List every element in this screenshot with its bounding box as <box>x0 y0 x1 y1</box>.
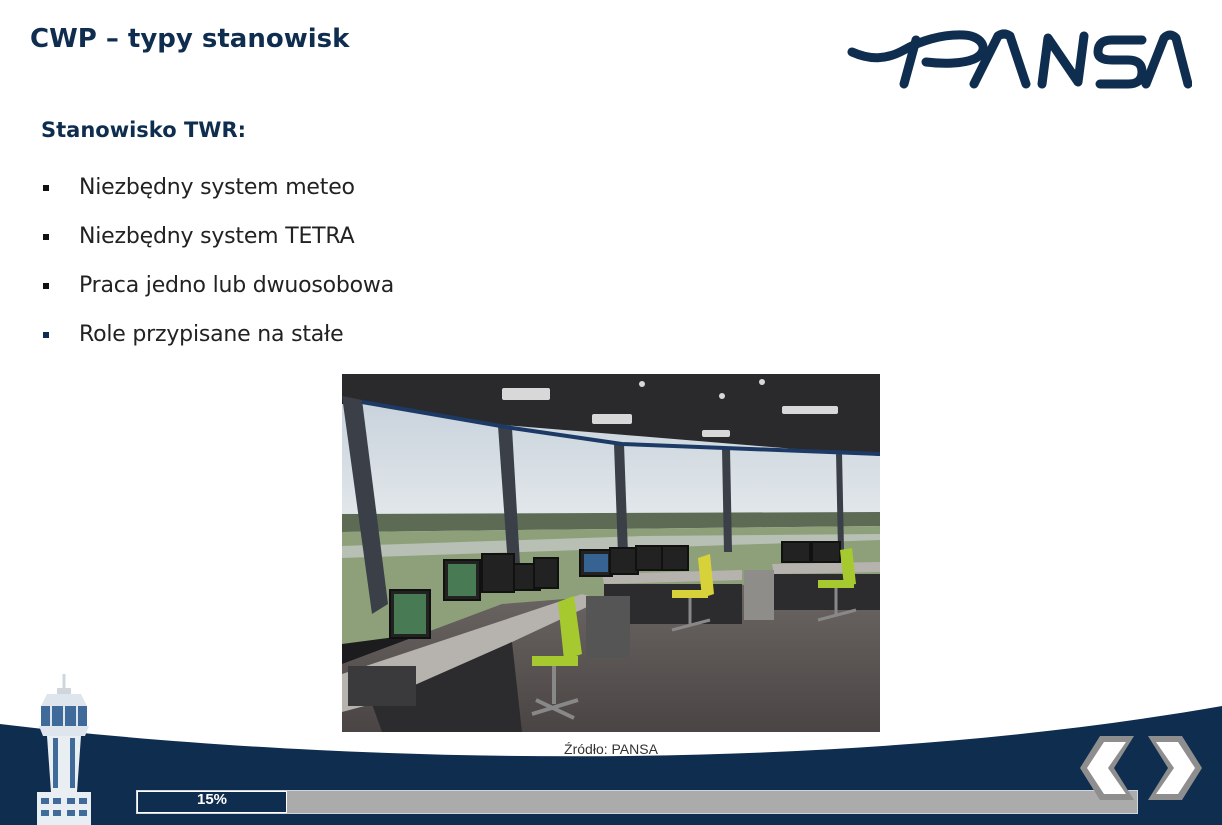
bullet-item: Praca jedno lub dwuosobowa <box>40 261 394 310</box>
bullet-square-icon <box>43 184 49 191</box>
bullet-text: Niezbędny system meteo <box>79 175 355 200</box>
progress-label: 15% <box>196 791 228 808</box>
chevron-right-icon <box>1148 736 1202 800</box>
bullet-square-icon <box>43 282 49 289</box>
bullet-text: Praca jedno lub dwuosobowa <box>79 273 394 298</box>
chevron-left-icon <box>1080 736 1134 800</box>
bullet-text: Niezbędny system TETRA <box>79 224 355 249</box>
progress-bar: 15% <box>136 790 1138 814</box>
bullet-square-icon <box>43 331 49 338</box>
next-slide-button[interactable] <box>1138 730 1206 806</box>
section-heading: Stanowisko TWR: <box>41 118 247 142</box>
bullet-square-icon <box>43 233 49 240</box>
bullet-text: Role przypisane na stałe <box>79 322 344 347</box>
bullet-item: Niezbędny system meteo <box>40 163 394 212</box>
bullet-list: Niezbędny system meteo Niezbędny system … <box>40 163 394 359</box>
previous-slide-button[interactable] <box>1076 730 1144 806</box>
bullet-item: Role przypisane na stałe <box>40 310 394 359</box>
control-tower-icon <box>37 674 91 825</box>
slide-title: CWP – typy stanowisk <box>30 24 350 54</box>
tower-control-room-photo <box>342 374 880 732</box>
bullet-item: Niezbędny system TETRA <box>40 212 394 261</box>
pansa-logo <box>847 29 1192 89</box>
